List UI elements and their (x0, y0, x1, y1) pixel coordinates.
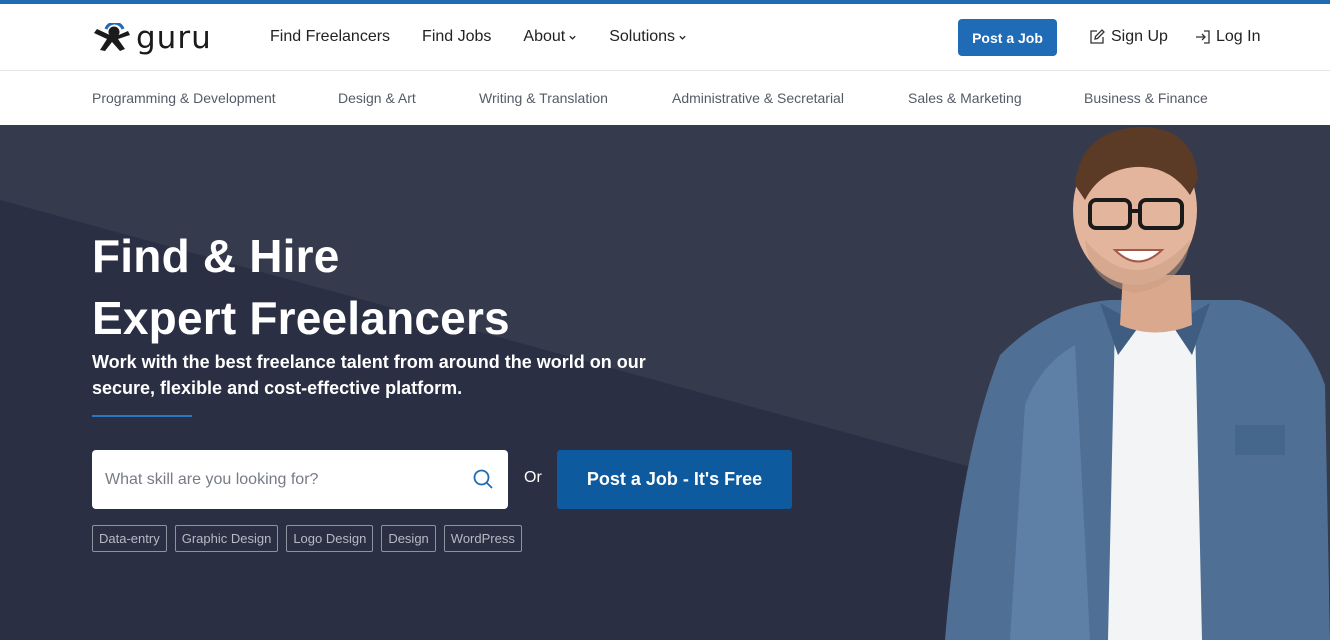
hero-divider (92, 415, 192, 417)
nav-label: Find Freelancers (270, 28, 391, 45)
nav-solutions[interactable]: Solutions (609, 28, 687, 46)
hero-title-line-1: Find & Hire (92, 230, 340, 282)
login-icon (1196, 30, 1210, 44)
hero-title: Find & Hire Expert Freelancers (92, 225, 510, 349)
main-header: guru Find Freelancers Find Jobs About So… (0, 4, 1330, 71)
or-label: Or (524, 469, 542, 486)
tag-design[interactable]: Design (381, 525, 436, 552)
hero-title-line-2: Expert Freelancers (92, 292, 510, 344)
nav-label: Find Jobs (422, 28, 492, 45)
nav-label: About (523, 28, 566, 45)
log-in-label: Log In (1216, 28, 1261, 45)
chevron-down-icon (679, 35, 686, 40)
hero-person-image (945, 127, 1330, 640)
popular-skill-tags: Data-entry Graphic Design Logo Design De… (92, 525, 530, 552)
nav-find-freelancers[interactable]: Find Freelancers (270, 28, 390, 46)
nav-about[interactable]: About (523, 28, 577, 46)
category-bar: Programming & Development Design & Art W… (0, 72, 1330, 125)
nav-find-jobs[interactable]: Find Jobs (422, 28, 491, 46)
nav-label: Solutions (609, 28, 676, 45)
search-icon[interactable] (473, 469, 494, 490)
edit-icon (1090, 29, 1105, 44)
logo-wordmark: guru (136, 19, 212, 56)
guru-logo[interactable]: guru (92, 21, 212, 55)
category-sales-marketing[interactable]: Sales & Marketing (908, 90, 1022, 106)
tag-logo-design[interactable]: Logo Design (286, 525, 374, 552)
category-programming-development[interactable]: Programming & Development (92, 90, 276, 106)
category-writing-translation[interactable]: Writing & Translation (479, 90, 608, 106)
sign-up-label: Sign Up (1111, 28, 1168, 45)
post-a-job-button[interactable]: Post a Job (958, 19, 1057, 56)
log-in-link[interactable]: Log In (1195, 28, 1260, 46)
category-administrative-secretarial[interactable]: Administrative & Secretarial (672, 90, 844, 106)
category-design-art[interactable]: Design & Art (338, 90, 416, 106)
tag-data-entry[interactable]: Data-entry (92, 525, 167, 552)
tag-graphic-design[interactable]: Graphic Design (174, 525, 279, 552)
chevron-down-icon (569, 35, 576, 40)
category-business-finance[interactable]: Business & Finance (1084, 90, 1208, 106)
primary-menu: Find Freelancers Find Jobs About Solutio… (270, 28, 719, 46)
post-job-free-button[interactable]: Post a Job - It's Free (557, 450, 792, 509)
hero-subtitle: Work with the best freelance talent from… (92, 352, 646, 398)
guru-logo-icon (94, 23, 130, 51)
skill-search-input[interactable] (92, 450, 452, 509)
tag-wordpress[interactable]: WordPress (443, 525, 522, 552)
hero-section: Find & Hire Expert Freelancers Work with… (0, 125, 1330, 640)
skill-search-box (92, 450, 508, 509)
sign-up-link[interactable]: Sign Up (1088, 28, 1168, 46)
